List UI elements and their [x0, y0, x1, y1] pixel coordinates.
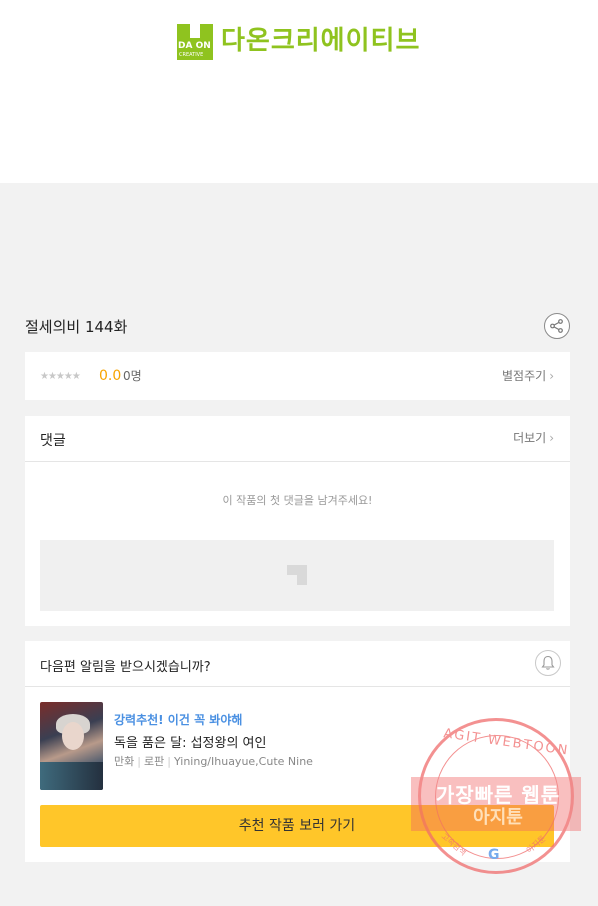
comments-more-link[interactable]: 더보기 › — [513, 431, 554, 446]
share-button[interactable] — [544, 313, 570, 339]
notify-question: 다음편 알림을 받으시겠습니까? — [40, 660, 211, 675]
recommend-tag: 강력추천! 이건 꼭 봐야해 — [114, 713, 243, 727]
share-icon — [550, 319, 563, 333]
chevron-right-icon: › — [549, 369, 554, 383]
notify-bell-button[interactable] — [535, 650, 561, 676]
agit-webtoon-watermark: AGIT WEBTOON 가장빠른 웹툰 아지툰 고속검색 G 아지툰 — [411, 718, 581, 874]
rate-link-label: 별점주기 — [502, 369, 547, 383]
comments-header: 댓글 더보기 › — [25, 416, 570, 462]
logo-name: 다온크리에이티브 — [221, 26, 421, 56]
ad-placeholder[interactable] — [40, 540, 554, 611]
comments-more-label: 더보기 — [513, 431, 547, 445]
notify-header: 다음편 알림을 받으시겠습니까? — [25, 641, 570, 687]
recommended-title[interactable]: 독을 품은 달: 섭정왕의 여인 — [114, 732, 266, 751]
comments-empty-message: 이 작품의 첫 댓글을 남겨주세요! — [222, 494, 373, 507]
recommended-thumbnail[interactable] — [40, 702, 103, 790]
episode-title: 절세의비 144화 — [25, 318, 128, 336]
rating-stars[interactable]: ★★★★★ — [40, 371, 81, 383]
recommended-meta: 만화 | 로판 | Yining/Ihuayue,Cute Nine — [114, 755, 313, 768]
genre-type: 만화 — [114, 755, 135, 768]
chevron-right-icon: › — [549, 431, 554, 445]
comments-card: 댓글 더보기 › 이 작품의 첫 댓글을 남겨주세요! — [25, 416, 570, 626]
logo-mark-text: DA ON — [178, 41, 211, 51]
genre-sub: 로판 — [143, 755, 165, 768]
rating-card: ★★★★★ 0.0 0명 별점주기 › — [25, 352, 570, 400]
rate-link[interactable]: 별점주기 › — [502, 369, 554, 384]
rating-count: 0명 — [123, 369, 142, 383]
rating-score: 0.0 — [99, 368, 122, 384]
logo-mark: DA ON CREATIVE — [177, 24, 213, 60]
ad-logo-icon — [287, 565, 307, 585]
comments-title: 댓글 — [40, 433, 66, 449]
watermark-line2: 아지툰 — [473, 807, 523, 828]
episode-title-row: 절세의비 144화 — [25, 313, 570, 341]
daon-creative-logo[interactable]: DA ON CREATIVE 다온크리에이티브 — [177, 24, 420, 60]
bell-icon — [541, 655, 555, 670]
logo-mark-subtext: CREATIVE — [179, 52, 204, 58]
recommended-authors: Yining/Ihuayue,Cute Nine — [173, 755, 313, 768]
google-icon: G — [488, 847, 500, 863]
header-banner: DA ON CREATIVE 다온크리에이티브 — [0, 0, 598, 183]
